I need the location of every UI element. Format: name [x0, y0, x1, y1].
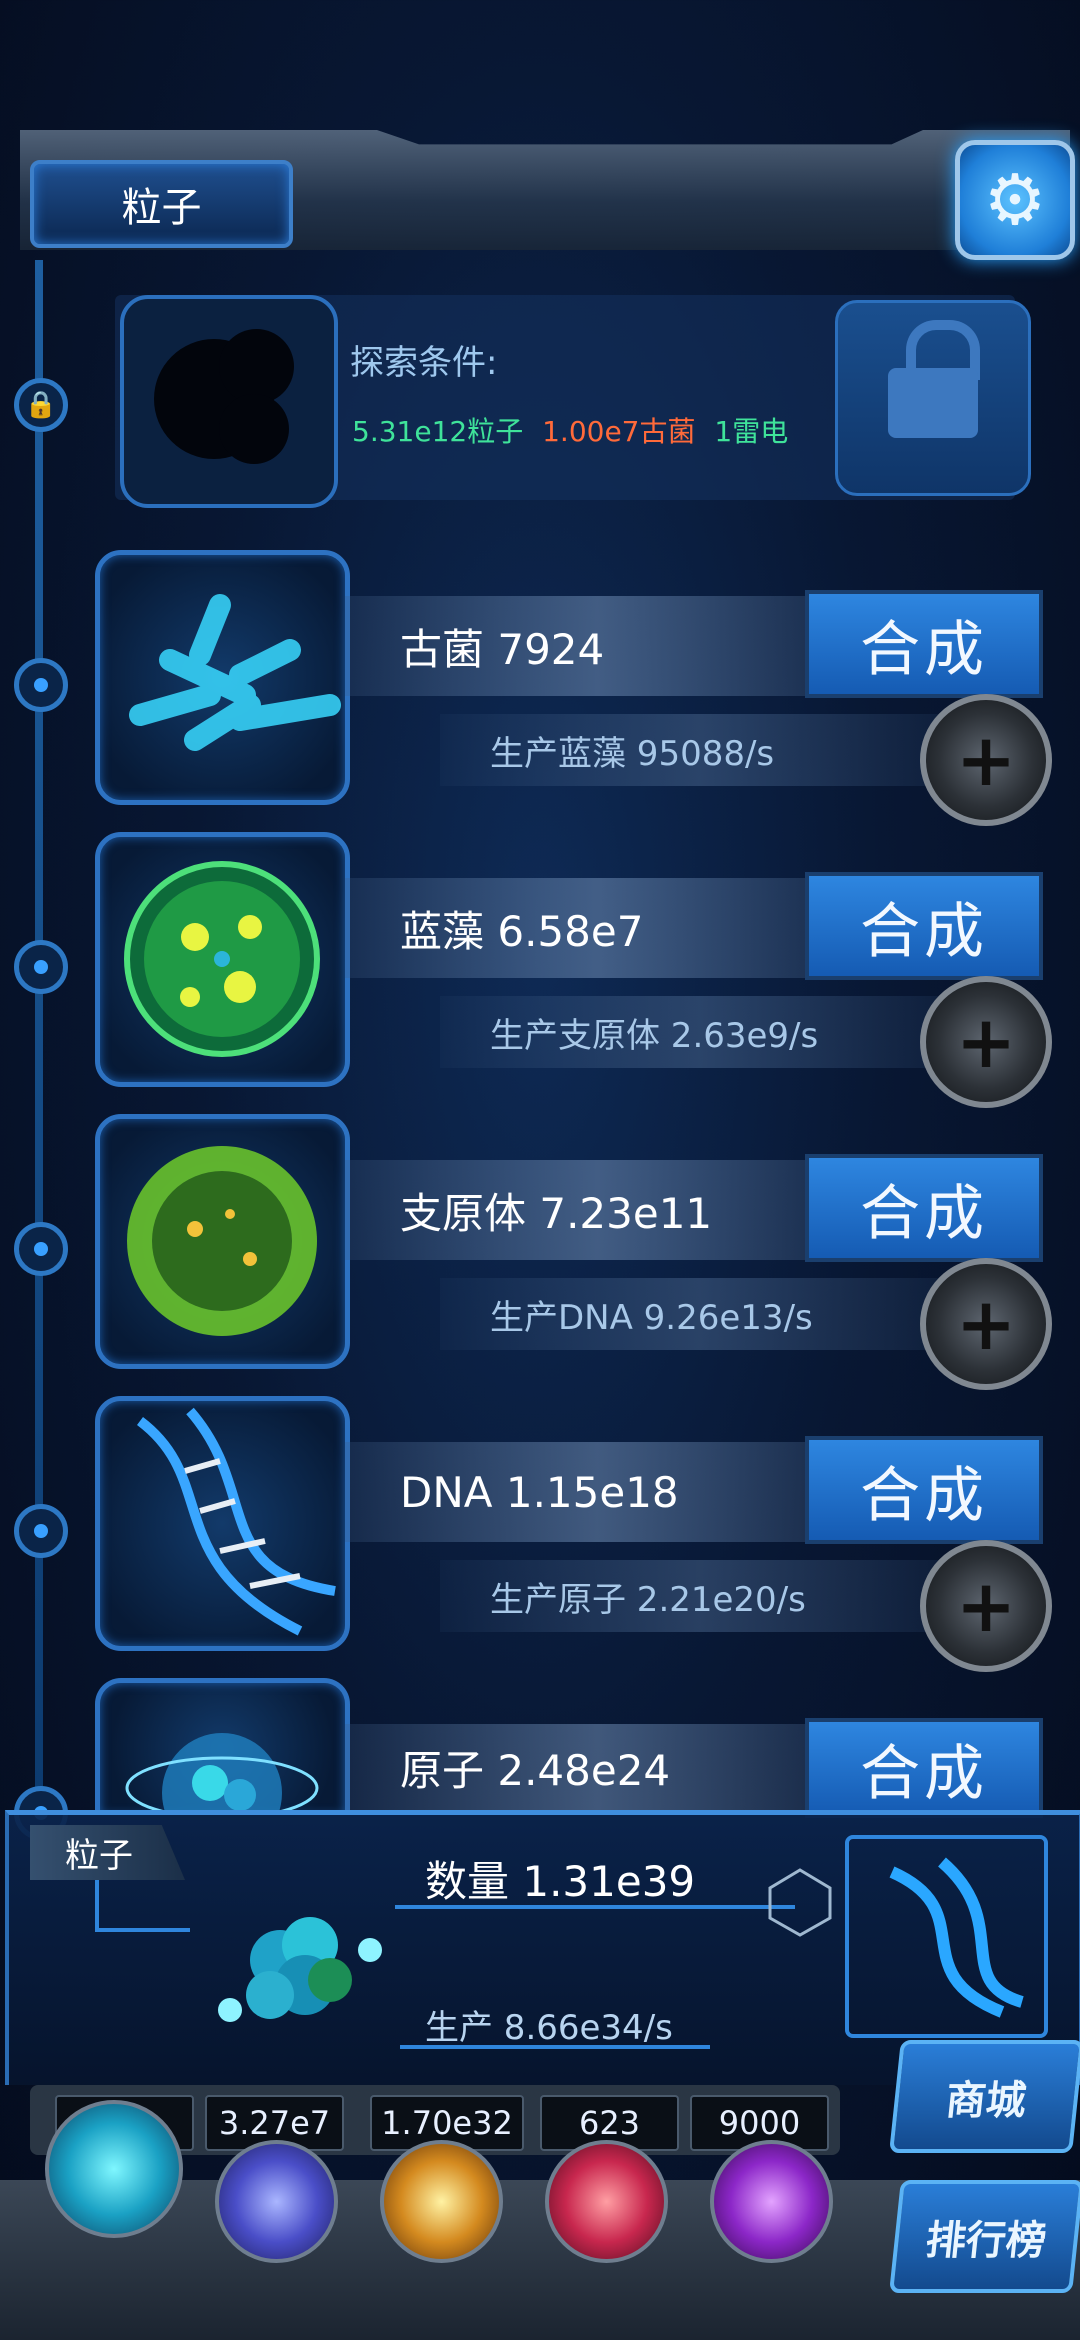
plus-icon: + [955, 1564, 1017, 1648]
cyanobacteria-production: 生产支原体 2.63e9/s [440, 996, 960, 1068]
atom-name: 原子 2.48e24 [345, 1724, 850, 1810]
dna-name: DNA 1.15e18 [345, 1442, 850, 1542]
mycoplasma-card[interactable] [95, 1114, 350, 1369]
connector-line [95, 1880, 99, 1930]
page-title: 粒子 [30, 160, 293, 248]
orb-thunder-tab[interactable] [215, 2140, 338, 2263]
cyanobacteria-card[interactable] [95, 832, 350, 1087]
orb-brain-tab[interactable] [545, 2140, 668, 2263]
mycoplasma-icon [127, 1146, 317, 1336]
dna-card[interactable] [95, 1396, 350, 1651]
lock-icon [888, 320, 980, 438]
dna-production: 生产原子 2.21e20/s [440, 1560, 960, 1632]
cyanobacteria-icon [124, 861, 320, 1057]
archaea-icon [129, 594, 341, 751]
atom-icon [125, 1733, 319, 1853]
settings-button[interactable]: ⚙ [955, 140, 1075, 260]
condition-thunder: 1雷电 [714, 415, 789, 448]
condition-archaea: 1.00e7古菌 [542, 415, 696, 448]
spine-node [14, 658, 68, 712]
resource-production-rate: 生产 8.66e34/s [425, 2008, 673, 2048]
locked-item-silhouette [120, 295, 338, 508]
progress-spine [35, 260, 43, 1830]
dna-icon [136, 1407, 336, 1636]
mycoplasma-production: 生产DNA 9.26e13/s [440, 1278, 960, 1350]
shop-button[interactable]: 商城 [889, 2040, 1080, 2153]
synthesize-dna-button[interactable]: 合成 [805, 1436, 1043, 1544]
dna-emblem-icon [845, 1835, 1048, 2038]
condition-particle: 5.31e12粒子 [352, 415, 524, 448]
upgrade-dna-button[interactable]: + [920, 1540, 1052, 1672]
orb-star-tab[interactable] [380, 2140, 503, 2263]
plus-icon: + [955, 718, 1017, 802]
cyanobacteria-name: 蓝藻 6.58e7 [345, 878, 850, 978]
spine-node [14, 1504, 68, 1558]
upgrade-mycoplasma-button[interactable]: + [920, 1258, 1052, 1390]
archaea-production: 生产蓝藻 95088/s [440, 714, 960, 786]
archaea-name: 古菌 7924 [345, 596, 850, 696]
upgrade-archaea-button[interactable]: + [920, 694, 1052, 826]
particle-cluster-icon [210, 1890, 390, 2040]
explore-conditions: 5.31e12粒子 1.00e7古菌 1雷电 [352, 410, 798, 450]
gear-icon: ⚙ [983, 159, 1047, 241]
connector-line [95, 1928, 190, 1932]
synthesize-cyanobacteria-button[interactable]: 合成 [805, 872, 1043, 980]
synthesize-mycoplasma-button[interactable]: 合成 [805, 1154, 1043, 1262]
synthesize-archaea-button[interactable]: 合成 [805, 590, 1043, 698]
orb-vortex-tab[interactable] [710, 2140, 833, 2263]
plus-icon: + [955, 1000, 1017, 1084]
molecule-icon [760, 1860, 840, 1940]
archaea-card[interactable] [95, 550, 350, 805]
plus-icon: + [955, 1282, 1017, 1366]
synthesize-atom-button[interactable]: 合成 [805, 1718, 1043, 1818]
current-resource-tag: 粒子 [30, 1825, 185, 1880]
unlock-button[interactable] [835, 300, 1031, 496]
spine-lock-node: 🔒 [14, 378, 68, 432]
explore-condition-label: 探索条件: [350, 343, 498, 383]
atom-card[interactable] [95, 1678, 350, 1853]
mycoplasma-name: 支原体 7.23e11 [345, 1160, 850, 1260]
resource-quantity: 数量 1.31e39 [425, 1857, 696, 1906]
upgrade-cyanobacteria-button[interactable]: + [920, 976, 1052, 1108]
leaderboard-button[interactable]: 排行榜 [889, 2180, 1080, 2293]
spine-node [14, 940, 68, 994]
spine-node [14, 1222, 68, 1276]
orb-particle-tab[interactable] [45, 2100, 183, 2238]
